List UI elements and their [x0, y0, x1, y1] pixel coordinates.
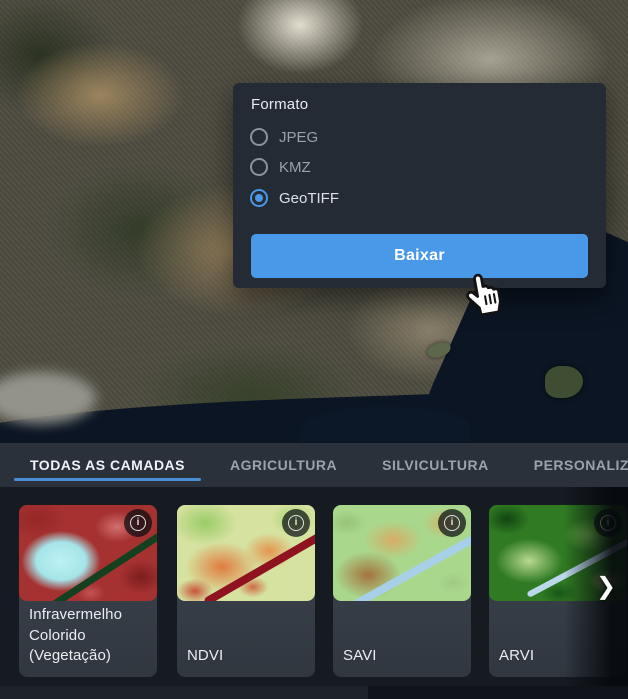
format-label: Formato	[251, 96, 308, 113]
info-glyph: i	[600, 515, 616, 531]
info-glyph: i	[130, 515, 146, 531]
format-option-label: GeoTIFF	[279, 190, 339, 207]
format-option-jpeg[interactable]: JPEG	[250, 126, 318, 148]
tab-silvicultura[interactable]: SILVICULTURA	[366, 443, 505, 487]
download-button[interactable]: Baixar	[251, 234, 588, 278]
tab-personalizadas[interactable]: PERSONALIZADAS	[518, 443, 628, 487]
layer-category-tabs: TODAS AS CAMADAS AGRICULTURA SILVICULTUR…	[0, 443, 628, 487]
info-icon[interactable]: i	[124, 509, 152, 537]
download-format-panel: Formato JPEG KMZ GeoTIFF Baixar	[233, 83, 606, 288]
info-glyph: i	[288, 515, 304, 531]
info-icon[interactable]: i	[594, 509, 622, 537]
layer-card-ndvi[interactable]: i NDVI	[177, 505, 315, 677]
info-glyph: i	[444, 515, 460, 531]
layer-card-savi[interactable]: i SAVI	[333, 505, 471, 677]
chevron-right-icon: ❯	[596, 573, 616, 600]
format-option-label: JPEG	[279, 129, 318, 146]
format-option-label: KMZ	[279, 159, 311, 176]
radio-button-icon[interactable]	[250, 128, 268, 146]
layer-card-label: ARVI	[499, 646, 621, 667]
river-feature	[48, 527, 157, 601]
layer-card-infravermelho[interactable]: i Infravermelho Colorido (Vegetação)	[19, 505, 157, 677]
layer-card-label: SAVI	[343, 646, 465, 667]
tab-todas-as-camadas[interactable]: TODAS AS CAMADAS	[14, 443, 201, 487]
format-option-kmz[interactable]: KMZ	[250, 156, 311, 178]
bottom-bar-right-segment	[368, 686, 628, 699]
radio-button-icon[interactable]	[250, 158, 268, 176]
bottom-bar-left-segment	[0, 686, 368, 699]
river-feature	[353, 526, 471, 601]
layer-card-label: Infravermelho Colorido (Vegetação)	[29, 605, 151, 667]
info-icon[interactable]: i	[282, 509, 310, 537]
app-screen: Formato JPEG KMZ GeoTIFF Baixar TODAS AS…	[0, 0, 628, 699]
carousel-next-button[interactable]: ❯	[593, 571, 619, 603]
layer-card-label: NDVI	[187, 646, 309, 667]
bottom-bar	[0, 686, 628, 699]
format-option-geotiff[interactable]: GeoTIFF	[250, 187, 339, 209]
radio-button-icon[interactable]	[250, 189, 268, 207]
info-icon[interactable]: i	[438, 509, 466, 537]
layer-carousel: i Infravermelho Colorido (Vegetação) i N…	[0, 487, 628, 686]
tab-agricultura[interactable]: AGRICULTURA	[214, 443, 353, 487]
